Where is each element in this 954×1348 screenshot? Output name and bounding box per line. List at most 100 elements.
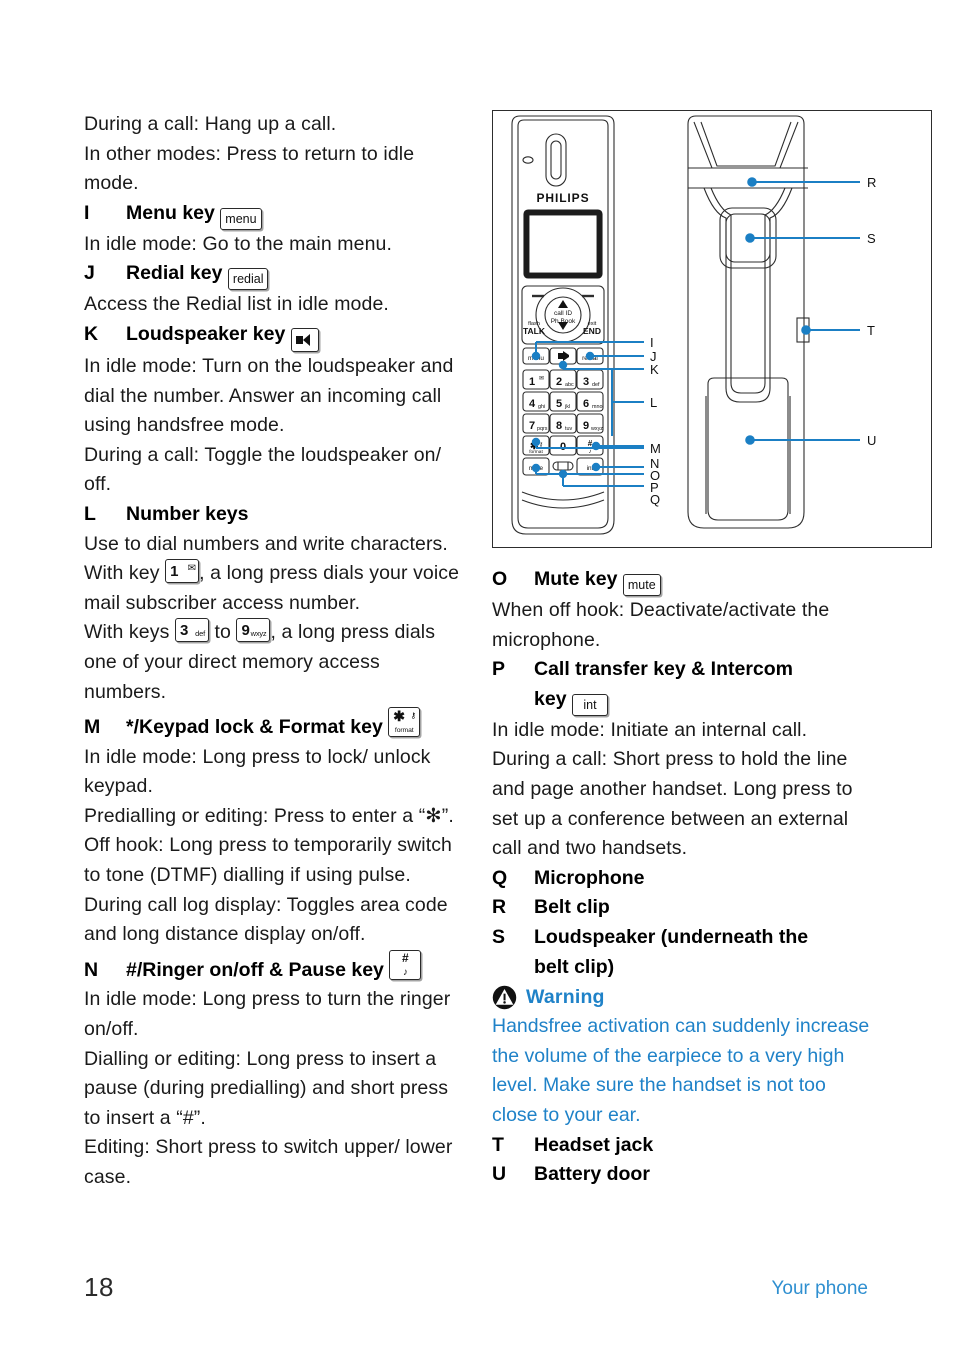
with-keys-text-a: With keys: [84, 621, 170, 644]
key-9-letters: wxyz: [250, 629, 267, 639]
nav-up-label: call ID: [554, 310, 572, 317]
entry-letter-O: O: [492, 568, 508, 590]
key-3-def-icon: 3 def: [174, 618, 209, 643]
fig-key-4-letters: ghi: [538, 404, 545, 410]
menu-key-icon: menu: [220, 207, 262, 230]
entry-body-P-1: In idle mode: Initiate an internal call.: [492, 718, 808, 741]
entry-title-J: Redial key: [126, 262, 223, 285]
entry-letter-Q: Q: [492, 866, 508, 889]
entry-title-Q: Microphone: [534, 866, 645, 889]
warning-title: Warning: [526, 985, 605, 1008]
entry-body-N-3: Editing: Short press to switch upper/ lo…: [84, 1136, 453, 1188]
callout-label-Q: Q: [650, 492, 660, 507]
fig-key-4: 4: [529, 398, 536, 410]
with-key-text-a: With key: [84, 562, 160, 585]
phone-illustration: PHILIPS call ID Ph.Book flash TALK exit …: [511, 115, 876, 535]
entry-body-M-1: In idle mode: Long press to lock/ unlock…: [84, 745, 431, 798]
loudspeaker-key-icon: [290, 327, 319, 352]
callout-label-K: K: [650, 362, 659, 377]
intro-line-2: In other modes: Press to return to idle …: [84, 142, 415, 195]
callout-label-I: I: [650, 335, 654, 350]
entry-body-J-1: Access the Redial list in idle mode.: [84, 293, 389, 316]
entry-title-U: Battery door: [534, 1163, 650, 1186]
page-footer: 18 Your phone: [0, 1272, 954, 1312]
talk-key-label: TALK: [523, 326, 546, 336]
entry-body-L-richline-1: With key 1 ✉, a long press dials your voi…: [84, 559, 466, 618]
warning-heading: Warning: [492, 982, 874, 1012]
lock-key-icon: ⚷: [410, 711, 417, 721]
entry-heading-L: L Number keys: [84, 500, 466, 530]
entry-letter-T: T: [492, 1133, 504, 1156]
key-1-digit: 1: [170, 563, 179, 581]
callout-label-U: U: [867, 433, 876, 448]
key-9-wxyz-icon: 9 wxyz: [236, 618, 271, 643]
entry-body-M-2: Predialling or editing: Press to enter a…: [84, 804, 454, 827]
entry-heading-U: U Battery door: [492, 1160, 874, 1190]
fig-key-1-envelope-icon: ✉: [539, 376, 544, 382]
entry-body-I-1: In idle mode: Go to the main menu.: [84, 232, 392, 255]
asterisk-icon: ✱: [393, 708, 405, 725]
fig-key-2: 2: [556, 376, 562, 388]
fig-key-6: 6: [583, 398, 589, 410]
envelope-icon: ✉: [187, 563, 197, 575]
entry-heading-P: P Call transfer key & Intercom: [492, 655, 874, 685]
fig-key-5-letters: jkl: [564, 404, 570, 410]
fig-speaker-key-icon: [558, 351, 569, 361]
footer-section-title: Your phone: [771, 1278, 868, 1299]
entry-letter-M: M: [84, 716, 101, 739]
fig-key-7: 7: [529, 420, 535, 432]
entry-body-M-3: Off hook: Long press to temporarily swit…: [84, 834, 453, 887]
ringer-bell-icon: ♪: [402, 966, 408, 978]
callout-label-S: S: [867, 231, 876, 246]
entry-body-L-1: Use to dial numbers and write characters…: [84, 532, 448, 555]
entry-heading-O: O Mute key mute: [492, 565, 874, 596]
entry-heading-R: R Belt clip: [492, 893, 874, 923]
intro-line-1: During a call: Hang up a call.: [84, 113, 337, 135]
entry-letter-R: R: [492, 896, 507, 919]
entry-letter-I: I: [84, 201, 90, 224]
fig-key-ringer-icon: ♪: [589, 449, 592, 455]
entry-title-O: Mute key: [534, 568, 618, 590]
entry-heading-S: S Loudspeaker (underneath the: [492, 923, 874, 953]
entry-letter-P: P: [492, 658, 506, 681]
fig-key-7-letters: pqrs: [537, 426, 548, 432]
entry-title-P: Call transfer key & Intercom: [534, 658, 794, 681]
format-label: format: [394, 727, 414, 735]
entry-title-L: Number keys: [126, 502, 249, 525]
entry-body-M-4: During call log display: Toggles area co…: [84, 893, 448, 946]
callout-label-R: R: [867, 175, 876, 190]
entry-heading-S-line2: belt clip): [492, 953, 874, 983]
nav-down-label: Ph.Book: [551, 318, 576, 325]
fig-key-8: 8: [556, 420, 562, 432]
entry-body-N-2: Dialling or editing: Long press to inser…: [84, 1047, 449, 1129]
entry-title-N: #/Ringer on/off & Pause key: [126, 958, 384, 981]
entry-heading-K: K Loudspeaker key: [84, 320, 466, 352]
entry-title-R: Belt clip: [534, 896, 610, 919]
entry-heading-T: T Headset jack: [492, 1131, 874, 1161]
star-format-key-icon: ✱ ⚷ format: [388, 707, 421, 738]
fig-key-format-label: format: [529, 449, 543, 455]
callout-label-T: T: [867, 323, 875, 338]
entry-body-P-2: During a call: Short press to hold the l…: [492, 748, 853, 860]
to-text: to: [214, 621, 231, 644]
phone-diagram-figure: PHILIPS call ID Ph.Book flash TALK exit …: [492, 110, 932, 550]
int-key-icon: int: [571, 693, 608, 716]
fig-key-6-letters: mno: [592, 404, 603, 410]
right-text-column: O Mute key mute When off hook: Deactivate…: [492, 565, 874, 1190]
fig-key-3: 3: [583, 376, 589, 388]
manual-page: During a call: Hang up a call. In other …: [0, 0, 954, 1348]
entry-body-N-1: In idle mode: Long press to turn the rin…: [84, 988, 451, 1041]
entry-letter-L: L: [84, 502, 96, 525]
entry-body-K-1: In idle mode: Turn on the loudspeaker an…: [84, 354, 454, 437]
entry-heading-N: N #/Ringer on/off & Pause key # ♪: [84, 949, 466, 986]
entry-heading-M: M */Keypad lock & Format key ✱ ⚷ format: [84, 707, 466, 743]
hash-symbol: #: [401, 950, 409, 965]
entry-title-T: Headset jack: [534, 1133, 654, 1156]
entry-heading-P-line2: key int: [492, 685, 874, 716]
entry-body-K-2: During a call: Toggle the loudspeaker on…: [84, 443, 442, 496]
entry-title-P-line2: key: [534, 687, 567, 710]
entry-heading-Q: Q Microphone: [492, 864, 874, 894]
fig-key-3-letters: def: [592, 382, 600, 388]
entry-body-O-1: When off hook: Deactivate/activate the m…: [492, 599, 830, 651]
speaker-icon: [296, 334, 313, 346]
